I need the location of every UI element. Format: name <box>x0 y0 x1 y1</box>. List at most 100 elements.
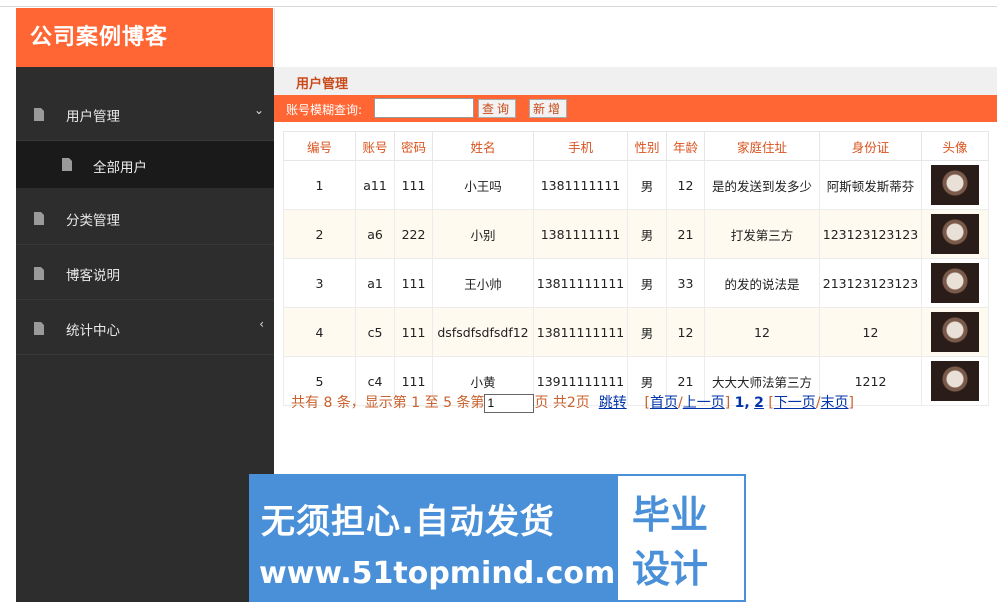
page-number-input[interactable] <box>484 393 535 413</box>
avatar <box>931 165 979 205</box>
table-cell: 13811111111 <box>533 307 628 357</box>
table-cell: a1 <box>355 258 395 308</box>
column-header: 身份证 <box>819 131 922 161</box>
browser-top-bar <box>0 0 997 7</box>
pagination-summary: 共有 8 条，显示第 1 至 5 条第 <box>291 395 485 411</box>
table-cell: 111 <box>394 258 433 308</box>
sidebar-item-user-management[interactable]: 用户管理 ⌄ <box>16 87 274 141</box>
sidebar-subitem-all-users[interactable]: 全部用户 <box>16 141 274 188</box>
table-cell: a6 <box>355 209 395 259</box>
document-icon <box>34 212 44 225</box>
add-button[interactable]: 新增 <box>529 99 567 118</box>
table-cell: 222 <box>394 209 433 259</box>
column-header: 家庭住址 <box>704 131 820 161</box>
column-header: 性别 <box>627 131 667 161</box>
table-cell: 小王吗 <box>432 160 534 210</box>
table-cell: 2 <box>283 209 356 259</box>
query-button[interactable]: 查询 <box>478 99 516 118</box>
table-cell: 12 <box>666 160 705 210</box>
watermark-banner: 无须担心.自动发货 www.51topmind.com 毕业 设计 <box>249 474 746 602</box>
sidebar-item-label: 博客说明 <box>66 268 120 284</box>
page-2-link[interactable]: 2 <box>754 395 764 411</box>
sidebar-item-statistics[interactable]: 统计中心 ‹ <box>16 301 274 355</box>
table-cell: 111 <box>394 160 433 210</box>
table-cell: 123123123123 <box>819 209 922 259</box>
table-cell: 1381111111 <box>533 209 628 259</box>
table-row[interactable]: 2 a6 222 小别 1381111111 男 21 打发第三方 123123… <box>283 209 989 259</box>
sidebar-item-category-management[interactable]: 分类管理 <box>16 191 274 245</box>
table-cell: 12 <box>704 307 820 357</box>
table-cell: 打发第三方 <box>704 209 820 259</box>
table-cell: 1381111111 <box>533 160 628 210</box>
pagination-total: 页 共2页 <box>534 395 590 411</box>
chevron-left-icon: ‹ <box>259 317 264 331</box>
site-brand: 公司案例博客 <box>16 8 273 67</box>
next-page-link[interactable]: 下一页 <box>774 395 816 411</box>
avatar-cell <box>921 209 989 259</box>
sidebar-item-label: 统计中心 <box>66 323 120 339</box>
header-area <box>274 8 997 67</box>
table-cell: 男 <box>627 160 667 210</box>
table-cell: 男 <box>627 307 667 357</box>
table-cell: 3 <box>283 258 356 308</box>
table-cell: 213123123123 <box>819 258 922 308</box>
column-header: 编号 <box>283 131 356 161</box>
table-row[interactable]: 3 a1 111 王小帅 13811111111 男 33 的发的说法是 213… <box>283 258 989 308</box>
table-row[interactable]: 4 c5 111 dsfsdfsdfsdf12 13811111111 男 12… <box>283 307 989 357</box>
chevron-down-icon: ⌄ <box>253 103 264 117</box>
table-cell: 21 <box>666 209 705 259</box>
document-icon <box>34 322 44 335</box>
avatar-cell <box>921 160 989 210</box>
watermark-box: 毕业 设计 <box>618 476 744 600</box>
search-bar: 账号模糊查询: 查询 新增 <box>274 95 997 122</box>
column-header: 密码 <box>394 131 433 161</box>
table-cell: 12 <box>666 307 705 357</box>
first-page-link[interactable]: 首页 <box>650 395 678 411</box>
watermark-box-line2: 设计 <box>632 547 709 591</box>
document-icon <box>34 108 44 121</box>
user-table: 编号 账号 密码 姓名 手机 性别 年龄 家庭住址 身份证 头像 1 a11 1… <box>283 131 989 406</box>
avatar <box>931 214 979 254</box>
table-cell: 1 <box>283 160 356 210</box>
pagination: 共有 8 条，显示第 1 至 5 条第页 共2页 跳转 [首页/上一页] 1, … <box>291 392 854 413</box>
watermark-line1: 无须担心.自动发货 <box>261 502 555 542</box>
avatar <box>931 312 979 352</box>
sidebar-subitem-label: 全部用户 <box>93 160 147 176</box>
table-cell: 13811111111 <box>533 258 628 308</box>
table-cell: dsfsdfsdfsdf12 <box>432 307 534 357</box>
document-icon <box>62 158 72 171</box>
table-cell: 4 <box>283 307 356 357</box>
table-cell: 是的发送到发多少 <box>704 160 820 210</box>
last-page-link[interactable]: 末页 <box>821 395 849 411</box>
table-cell: 王小帅 <box>432 258 534 308</box>
table-row[interactable]: 1 a11 111 小王吗 1381111111 男 12 是的发送到发多少 阿… <box>283 160 989 210</box>
sidebar-item-label: 分类管理 <box>66 213 120 229</box>
page-title: 用户管理 <box>296 77 349 92</box>
table-cell: 33 <box>666 258 705 308</box>
current-page: 1, <box>734 395 750 411</box>
search-input[interactable] <box>374 98 474 118</box>
breadcrumb: 用户管理 <box>274 67 997 95</box>
bracket: ] <box>848 395 854 411</box>
table-cell: 12 <box>819 307 922 357</box>
bracket: ] <box>724 395 731 411</box>
watermark-line2: www.51topmind.com <box>259 556 616 591</box>
table-cell: 男 <box>627 209 667 259</box>
sidebar-item-blog-info[interactable]: 博客说明 <box>16 246 274 300</box>
document-icon <box>34 267 44 280</box>
column-header: 账号 <box>355 131 395 161</box>
avatar-cell <box>921 356 989 406</box>
table-cell: 阿斯顿发斯蒂芬 <box>819 160 922 210</box>
avatar <box>931 361 979 401</box>
sidebar: 用户管理 ⌄ 全部用户 分类管理 博客说明 统计中心 ‹ <box>16 67 274 602</box>
search-label: 账号模糊查询: <box>286 103 363 117</box>
table-header-row: 编号 账号 密码 姓名 手机 性别 年龄 家庭住址 身份证 头像 <box>283 131 989 161</box>
column-header: 年龄 <box>666 131 705 161</box>
table-cell: 111 <box>394 307 433 357</box>
table-cell: 小别 <box>432 209 534 259</box>
jump-link[interactable]: 跳转 <box>599 395 627 411</box>
avatar-cell <box>921 307 989 357</box>
avatar-cell <box>921 258 989 308</box>
prev-page-link[interactable]: 上一页 <box>683 395 725 411</box>
table-cell: a11 <box>355 160 395 210</box>
